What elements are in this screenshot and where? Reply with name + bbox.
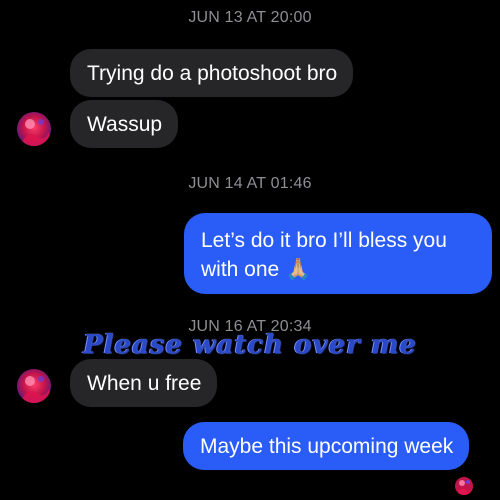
timestamp-jun-14: JUN 14 AT 01:46 <box>188 175 312 192</box>
contact-avatar-icon[interactable] <box>17 369 51 403</box>
message-incoming[interactable]: Trying do a photoshoot bro <box>70 49 354 97</box>
timestamp-jun-16: JUN 16 AT 20:34 <box>188 318 312 335</box>
message-incoming[interactable]: When u free <box>70 359 218 407</box>
avatar-image <box>17 369 51 403</box>
message-outgoing[interactable]: Maybe this upcoming week <box>183 422 470 470</box>
timestamp-jun-13: JUN 13 AT 20:00 <box>188 9 312 26</box>
avatar-image <box>17 112 51 146</box>
contact-avatar-icon[interactable] <box>17 112 51 146</box>
read-receipt-image <box>455 477 473 495</box>
message-outgoing[interactable]: Let’s do it bro I’ll bless you with one … <box>184 213 492 294</box>
read-receipt-avatar-icon <box>455 477 473 495</box>
message-incoming[interactable]: Wassup <box>70 100 179 148</box>
